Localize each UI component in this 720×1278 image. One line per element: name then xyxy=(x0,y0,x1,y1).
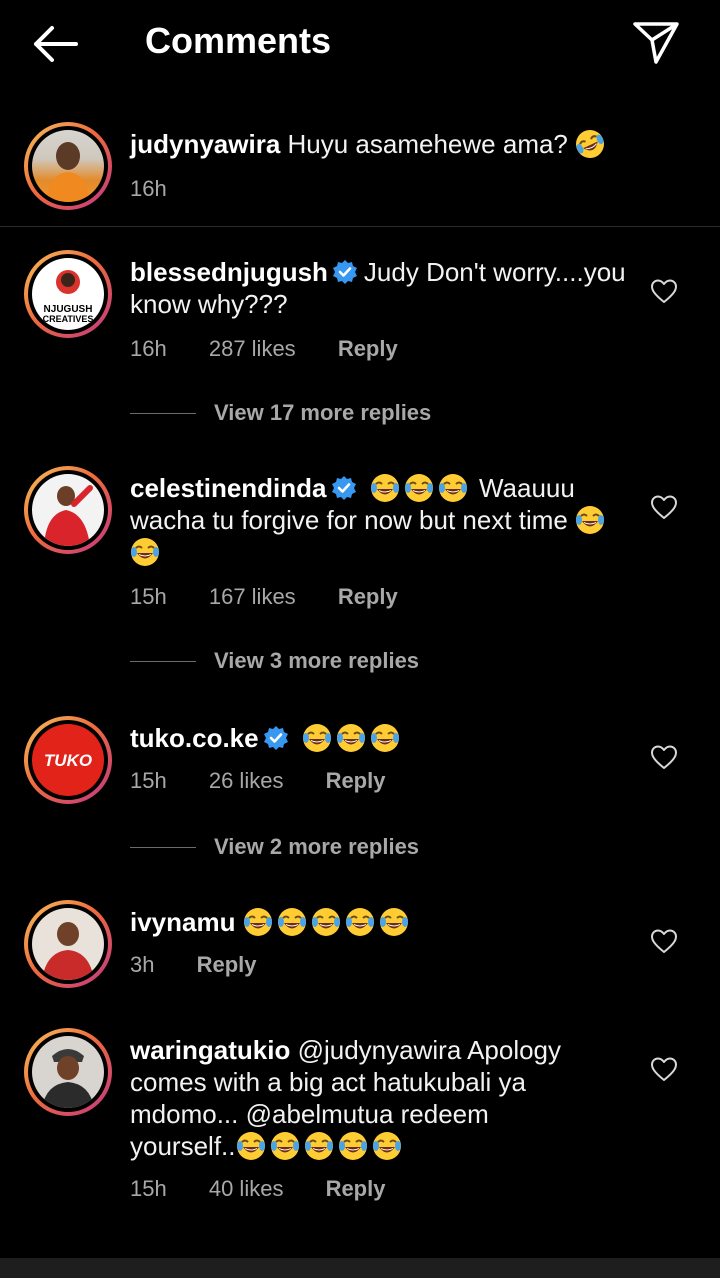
divider xyxy=(130,412,196,414)
heart-icon[interactable] xyxy=(650,494,678,520)
timestamp: 15h xyxy=(130,1176,167,1201)
joy-emoji xyxy=(378,907,409,937)
username[interactable]: ivynamu xyxy=(130,907,236,937)
joy-emoji xyxy=(369,723,400,753)
verified-badge-icon xyxy=(330,475,357,501)
comment-meta: 16h 287 likes Reply xyxy=(130,336,434,362)
avatar[interactable]: NJUGUSH CREATIVES xyxy=(24,250,112,338)
view-replies-button[interactable]: View 3 more replies xyxy=(130,648,419,678)
reply-button[interactable]: Reply xyxy=(338,584,398,609)
timestamp: 15h xyxy=(130,584,167,609)
likes-count[interactable]: 287 likes xyxy=(209,336,296,361)
comment-meta: 15h 40 likes Reply xyxy=(130,1176,421,1202)
joy-emoji xyxy=(269,1131,300,1161)
username[interactable]: celestinendinda xyxy=(130,473,327,503)
profile-photo xyxy=(42,1049,94,1108)
avatar[interactable]: TUKO xyxy=(24,716,112,804)
arrow-left-icon xyxy=(34,26,78,62)
reply-button[interactable]: Reply xyxy=(197,952,257,977)
avatar[interactable] xyxy=(24,1028,112,1116)
comment-item: waringatukio @judynyawira Apology comes … xyxy=(0,1028,720,1208)
heart-icon[interactable] xyxy=(650,928,678,954)
joy-emoji xyxy=(575,505,606,535)
timestamp: 16h xyxy=(130,176,167,201)
comment-meta: 15h 26 likes Reply xyxy=(130,768,421,794)
view-replies-button[interactable]: View 2 more replies xyxy=(130,834,419,864)
avatar[interactable] xyxy=(24,122,112,210)
comment-item: celestinendinda Waauuu wacha tu forgive … xyxy=(0,466,720,680)
profile-photo xyxy=(46,142,90,202)
comment-item: NJUGUSH CREATIVES blessednjugush Judy Don… xyxy=(0,250,720,430)
likes-count[interactable]: 26 likes xyxy=(209,768,284,793)
avatar[interactable] xyxy=(24,900,112,988)
svg-text:CREATIVES: CREATIVES xyxy=(43,314,94,324)
username[interactable]: waringatukio xyxy=(130,1035,290,1065)
page-title: Comments xyxy=(145,20,332,61)
joy-emoji xyxy=(371,1131,402,1161)
username[interactable]: judynyawira xyxy=(130,129,280,159)
caption-text: Huyu asamehewe ama? xyxy=(287,129,568,159)
divider xyxy=(130,660,196,662)
likes-count[interactable]: 40 likes xyxy=(209,1176,284,1201)
verified-badge-icon xyxy=(262,725,289,751)
reply-button[interactable]: Reply xyxy=(326,1176,386,1201)
timestamp: 15h xyxy=(130,768,167,793)
timestamp: 3h xyxy=(130,952,155,977)
comment-meta: 3h Reply xyxy=(130,952,293,978)
joy-emoji xyxy=(335,723,366,753)
comment-item: ivynamu 3h Reply xyxy=(0,900,720,1000)
joy-emoji xyxy=(437,473,468,503)
joy-emoji xyxy=(301,723,332,753)
comment-item: TUKO tuko.co.ke 15h 26 likes Reply View … xyxy=(0,716,720,866)
post-caption: judynyawira Huyu asamehewe ama? 16h xyxy=(0,100,720,227)
caption-meta: 16h xyxy=(130,176,203,202)
joy-emoji xyxy=(235,1131,266,1161)
profile-photo xyxy=(44,485,93,546)
joy-emoji xyxy=(303,1131,334,1161)
joy-emoji xyxy=(403,473,434,503)
profile-photo xyxy=(42,922,94,980)
rolling-laughing-emoji xyxy=(575,129,606,159)
likes-count[interactable]: 167 likes xyxy=(209,584,296,609)
share-button[interactable] xyxy=(630,18,682,68)
heart-icon[interactable] xyxy=(650,1056,678,1082)
paper-plane-icon xyxy=(633,22,679,64)
comment-meta: 15h 167 likes Reply xyxy=(130,584,434,610)
heart-icon[interactable] xyxy=(650,278,678,304)
back-button[interactable] xyxy=(28,22,84,66)
timestamp: 16h xyxy=(130,336,167,361)
svg-text:TUKO: TUKO xyxy=(44,751,92,770)
reply-button[interactable]: Reply xyxy=(338,336,398,361)
username[interactable]: blessednjugush xyxy=(130,257,328,287)
tuko-logo: TUKO xyxy=(44,751,92,770)
joy-emoji xyxy=(337,1131,368,1161)
joy-emoji xyxy=(276,907,307,937)
username[interactable]: tuko.co.ke xyxy=(130,723,259,753)
avatar[interactable] xyxy=(24,466,112,554)
verified-badge-icon xyxy=(331,259,358,285)
bottom-bar xyxy=(0,1258,720,1278)
header-bar: Comments xyxy=(0,0,720,88)
reply-button[interactable]: Reply xyxy=(326,768,386,793)
view-replies-button[interactable]: View 17 more replies xyxy=(130,400,431,430)
joy-emoji xyxy=(344,907,375,937)
njugush-logo: NJUGUSH CREATIVES xyxy=(43,270,94,324)
joy-emoji xyxy=(369,473,400,503)
joy-emoji xyxy=(130,537,160,567)
joy-emoji xyxy=(242,907,273,937)
divider xyxy=(130,846,196,848)
joy-emoji xyxy=(310,907,341,937)
heart-icon[interactable] xyxy=(650,744,678,770)
